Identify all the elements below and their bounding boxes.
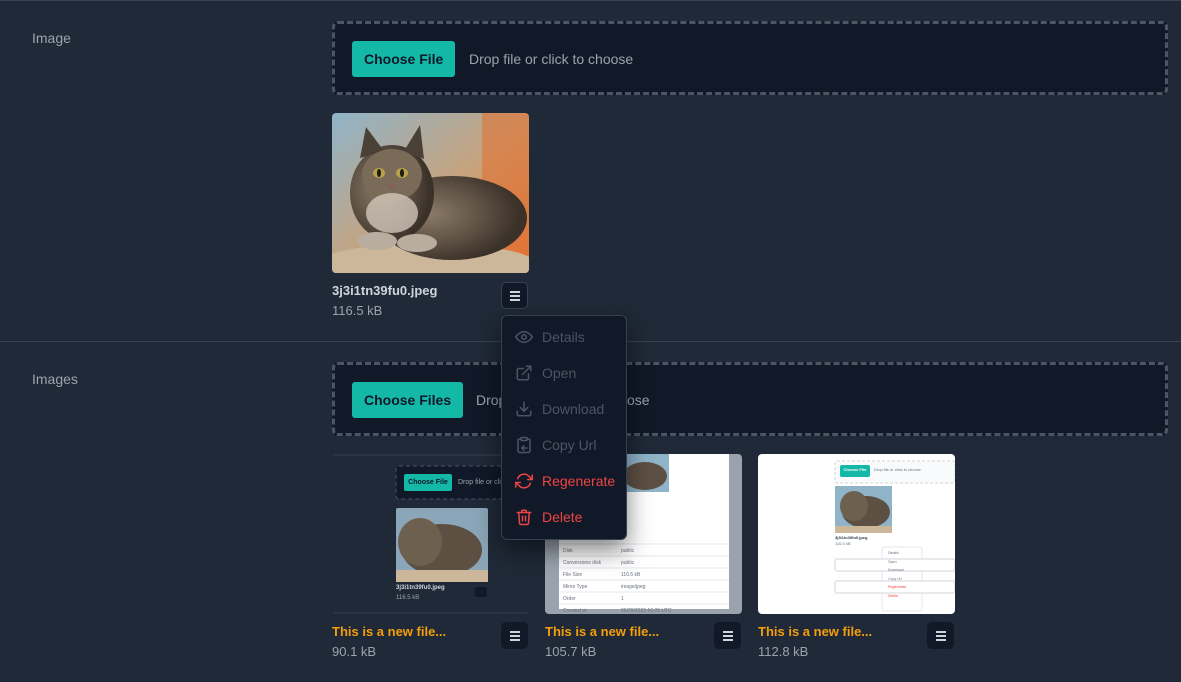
menu-icon [935,630,946,641]
menu-item-copy-url[interactable]: Copy Url [502,427,626,463]
image-file-menu-button[interactable] [501,282,528,309]
screenshot-thumbnail-3[interactable]: Choose File Drop file or click to choose… [758,454,955,614]
drop-hint: Drop file or click to choose [469,51,634,67]
file-context-menu: Details Open Download Copy Url Regenerat… [501,315,627,540]
thumb2-col-b: public public 116.5 kB image/jpeg 1 09/2… [621,548,672,614]
eye-icon [515,331,533,343]
image-field-label: Image [32,30,71,46]
top-border [0,0,1181,1]
menu-item-label: Copy Url [542,437,597,453]
image-file-size: 116.5 kB [332,303,383,318]
menu-icon [722,630,733,641]
thumb3-mini-menu: Details Open Download Copy Url Regenerat… [888,551,907,598]
drop-hint-end: ose [627,392,650,408]
menu-item-details[interactable]: Details [502,319,626,355]
menu-icon [509,630,520,641]
menu-item-label: Details [542,329,585,345]
images-file-size-3: 112.8 kB [758,644,809,659]
thumb3-hint: Drop file or click to choose [874,467,921,472]
images-dropzone[interactable]: Choose Files Drop ose [332,362,1168,436]
images-field-label: Images [32,371,78,387]
thumb3-caption: 3j3i1tn39fu0.jpeg [835,535,868,540]
images-file-name-2: This is a new file... [545,624,660,639]
menu-item-label: Delete [542,509,583,525]
screenshot-thumbnail-1[interactable]: Choose File Drop file or click 3j3i1tn39… [332,454,529,614]
trash-icon [516,509,532,526]
image-file-name: 3j3i1tn39fu0.jpeg [332,283,438,298]
images-file-menu-button-2[interactable] [714,622,741,649]
images-file-menu-button-1[interactable] [501,622,528,649]
thumb2-col-a: Disk Conversions disk File Size Mime Typ… [563,548,602,614]
thumb1-choose-button-text: Choose File [408,479,448,486]
menu-item-download[interactable]: Download [502,391,626,427]
menu-item-regenerate[interactable]: Regenerate [502,463,626,499]
menu-item-delete[interactable]: Delete [502,499,626,535]
menu-item-label: Open [542,365,577,381]
cat-image-thumbnail[interactable] [332,113,529,273]
download-icon [516,401,532,417]
images-file-size-2: 105.7 kB [545,644,597,659]
thumb1-size: 116.5 kB [396,595,420,601]
menu-item-label: Download [542,401,605,417]
thumb3-choose-button-text: Choose File [843,467,867,472]
images-file-menu-button-3[interactable] [927,622,954,649]
thumb3-size: 116.5 kB [835,541,851,546]
clipboard-icon [517,436,531,454]
images-file-size-1: 90.1 kB [332,644,377,659]
thumb1-caption: 3j3i1tn39fu0.jpeg [396,585,445,591]
external-link-icon [516,365,532,381]
menu-icon [509,290,520,301]
refresh-icon [515,473,533,489]
images-file-name-3: This is a new file... [758,624,873,639]
image-dropzone[interactable]: Choose File Drop file or click to choose [332,21,1168,95]
images-file-name-1: This is a new file... [332,624,447,639]
menu-item-open[interactable]: Open [502,355,626,391]
choose-file-button[interactable]: Choose File [352,41,456,77]
menu-item-label: Regenerate [542,473,616,489]
choose-files-button[interactable]: Choose Files [352,382,464,418]
